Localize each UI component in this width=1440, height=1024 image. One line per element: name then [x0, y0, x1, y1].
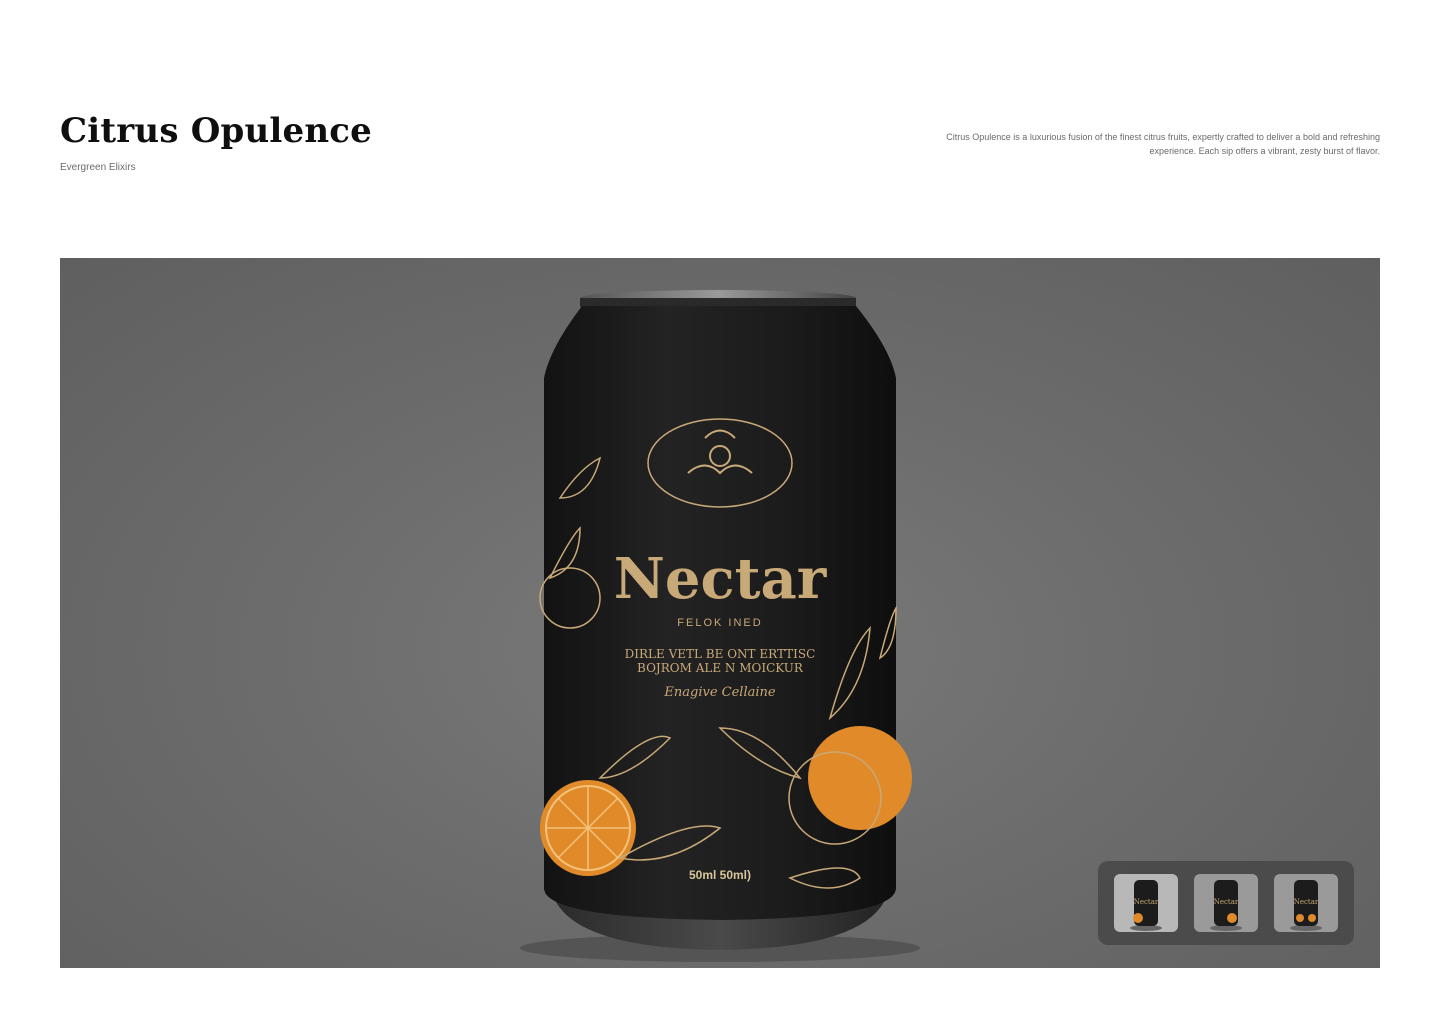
- thumbnail-label: Nectar: [1294, 898, 1319, 906]
- thumbnail-3[interactable]: Nectar: [1274, 874, 1338, 932]
- thumbnail-1[interactable]: Nectar: [1114, 874, 1178, 932]
- can-thumbnail-icon: Nectar: [1130, 880, 1162, 931]
- can-label-line1: FELOK INED: [677, 617, 762, 629]
- product-description: Citrus Opulence is a luxurious fusion of…: [946, 132, 1380, 156]
- can-thumbnail-icon: Nectar: [1290, 880, 1322, 931]
- can-label-line3: BOJROM ALE N MOICKUR: [637, 661, 804, 675]
- hero-image: Nectar FELOK INED DIRLE VETL BE ONT ERTT…: [60, 258, 1380, 968]
- thumbnail-2[interactable]: Nectar: [1194, 874, 1258, 932]
- can-label-line2: DIRLE VETL BE ONT ERTTISC: [625, 647, 816, 661]
- page-title: Citrus Opulence: [60, 111, 373, 151]
- brand-header: Citrus Opulence Evergreen Elixirs: [60, 108, 372, 173]
- can-thumbnail-icon: Nectar: [1210, 880, 1242, 931]
- can-brand-name: Nectar: [614, 546, 828, 612]
- thumbnail-label: Nectar: [1214, 898, 1239, 906]
- can-label-script: Enagive Cellaine: [663, 685, 775, 700]
- thumbnail-strip: Nectar Nectar Nectar: [1098, 861, 1354, 945]
- page-subtitle: Evergreen Elixirs: [60, 162, 136, 173]
- thumbnail-label: Nectar: [1134, 898, 1159, 906]
- can-volume: 50ml 50ml): [689, 868, 751, 882]
